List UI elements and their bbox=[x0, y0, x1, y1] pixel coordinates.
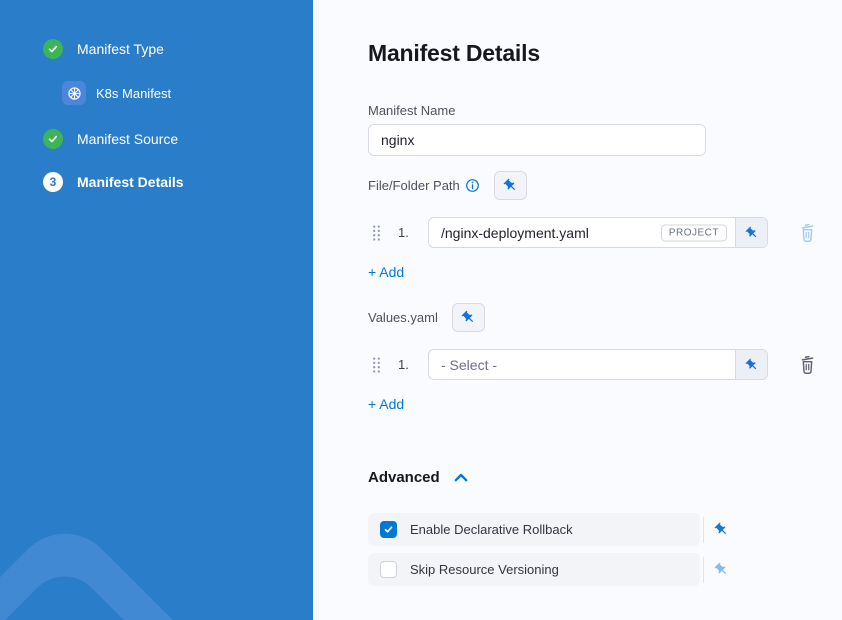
delete-row-button[interactable] bbox=[798, 222, 817, 243]
pin-runtime-input-button[interactable] bbox=[714, 562, 729, 577]
file-folder-path-header: File/Folder Path bbox=[368, 171, 527, 200]
chevron-up-icon bbox=[454, 473, 468, 482]
manifest-wizard-window: Manifest Type K8s Manifest bbox=[0, 0, 842, 620]
advanced-label: Advanced bbox=[368, 469, 440, 486]
step-label: Manifest Type bbox=[77, 41, 164, 57]
pushpin-icon bbox=[458, 307, 479, 328]
values-file-row: 1. - Select - bbox=[368, 349, 817, 380]
pushpin-icon bbox=[711, 519, 732, 540]
sidebar-step-manifest-source[interactable]: Manifest Source bbox=[43, 129, 178, 149]
sidebar-step-manifest-details[interactable]: 3 Manifest Details bbox=[43, 172, 184, 192]
advanced-option-row: Skip Resource Versioning bbox=[368, 553, 740, 586]
kubernetes-icon bbox=[62, 81, 86, 105]
values-yaml-label: Values.yaml bbox=[368, 310, 438, 325]
pin-runtime-input-button[interactable] bbox=[714, 522, 729, 537]
scope-badge: PROJECT bbox=[661, 224, 727, 241]
option-label: Enable Declarative Rollback bbox=[410, 522, 573, 537]
pushpin-icon bbox=[500, 175, 521, 196]
substep-label: K8s Manifest bbox=[96, 86, 171, 101]
file-path-input-group: PROJECT bbox=[428, 217, 768, 248]
advanced-option-row: Enable Declarative Rollback bbox=[368, 513, 740, 546]
values-file-select-group: - Select - bbox=[428, 349, 768, 380]
add-file-path-link[interactable]: + Add bbox=[368, 264, 404, 280]
delete-row-button[interactable] bbox=[798, 354, 817, 375]
option-label: Skip Resource Versioning bbox=[410, 562, 559, 577]
sidebar-substep-k8s-manifest[interactable]: K8s Manifest bbox=[62, 81, 171, 105]
info-circle-icon[interactable] bbox=[465, 178, 480, 193]
pin-runtime-input-button[interactable] bbox=[735, 350, 767, 379]
step-label: Manifest Source bbox=[77, 131, 178, 147]
check-icon bbox=[43, 129, 63, 149]
values-file-select[interactable]: - Select - bbox=[429, 357, 735, 373]
file-folder-path-label: File/Folder Path bbox=[368, 178, 460, 193]
option-row-body[interactable]: Skip Resource Versioning bbox=[368, 553, 700, 586]
add-values-file-link[interactable]: + Add bbox=[368, 396, 404, 412]
sidebar-step-manifest-type[interactable]: Manifest Type bbox=[43, 39, 164, 59]
pushpin-icon bbox=[742, 223, 762, 243]
manifest-name-input[interactable] bbox=[368, 124, 706, 156]
advanced-section-toggle[interactable]: Advanced bbox=[368, 469, 468, 486]
pushpin-icon bbox=[742, 355, 762, 375]
pushpin-icon bbox=[711, 559, 732, 580]
pin-runtime-input-button[interactable] bbox=[735, 218, 767, 247]
skip-resource-versioning-checkbox[interactable] bbox=[380, 561, 397, 578]
drag-handle-icon[interactable] bbox=[372, 224, 382, 242]
wizard-sidebar: Manifest Type K8s Manifest bbox=[0, 0, 313, 620]
pin-runtime-input-button[interactable] bbox=[452, 303, 485, 332]
step-label: Manifest Details bbox=[77, 174, 184, 190]
check-icon bbox=[43, 39, 63, 59]
trash-icon bbox=[798, 222, 817, 243]
values-yaml-header: Values.yaml bbox=[368, 303, 485, 332]
drag-handle-icon[interactable] bbox=[372, 356, 382, 374]
manifest-details-panel: Manifest Details Manifest Name File/Fold… bbox=[313, 0, 842, 620]
row-index: 1. bbox=[398, 225, 416, 240]
divider bbox=[703, 517, 704, 543]
trash-icon bbox=[798, 354, 817, 375]
step-number-badge: 3 bbox=[43, 172, 63, 192]
row-index: 1. bbox=[398, 357, 416, 372]
page-title: Manifest Details bbox=[368, 40, 540, 67]
manifest-name-label: Manifest Name bbox=[368, 103, 455, 118]
file-path-row: 1. PROJECT bbox=[368, 217, 817, 248]
pin-runtime-input-button[interactable] bbox=[494, 171, 527, 200]
declarative-rollback-checkbox[interactable] bbox=[380, 521, 397, 538]
option-row-body[interactable]: Enable Declarative Rollback bbox=[368, 513, 700, 546]
divider bbox=[703, 557, 704, 583]
